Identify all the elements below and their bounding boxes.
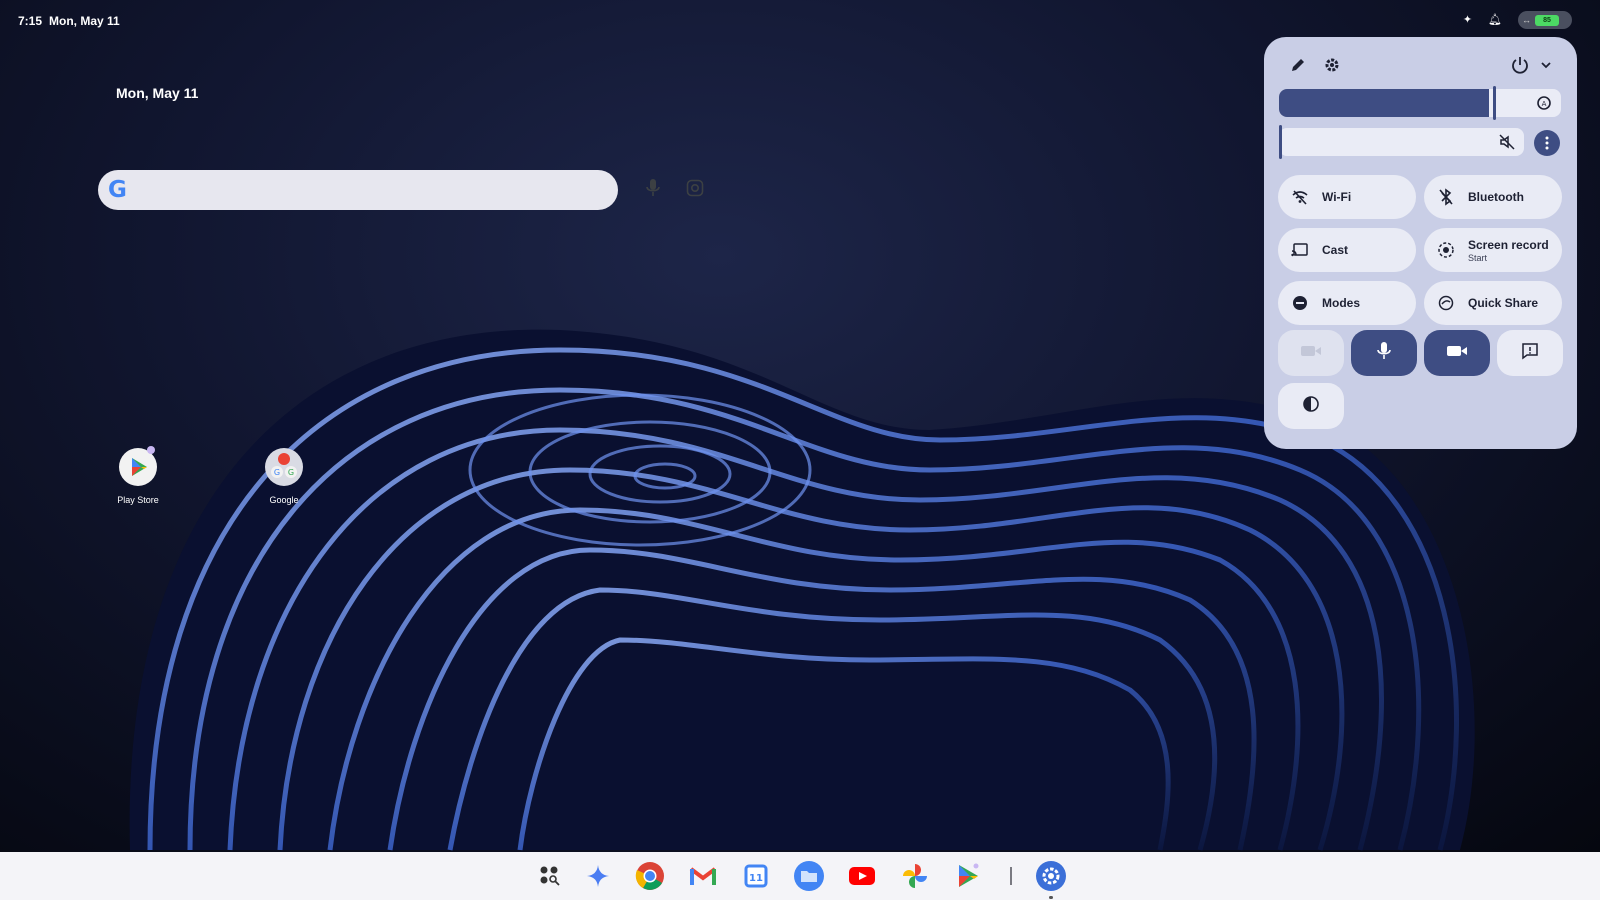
active-app-indicator	[1049, 896, 1053, 899]
tile-sublabel: Start	[1468, 252, 1488, 263]
gmail-icon[interactable]	[687, 860, 719, 892]
photos-icon[interactable]	[899, 860, 931, 892]
status-date: Mon, May 11	[49, 14, 120, 28]
play-store-icon[interactable]	[952, 860, 984, 892]
battery-indicator[interactable]: ↔ 85	[1518, 11, 1572, 29]
notification-dot	[147, 446, 155, 454]
gemini-icon[interactable]	[582, 860, 614, 892]
tile-label: Cast	[1322, 243, 1349, 257]
edit-icon[interactable]	[1288, 55, 1308, 75]
wifi-off-icon	[1278, 189, 1322, 205]
desktop-app-google-folder[interactable]: GG Google	[244, 448, 324, 505]
google-logo-icon: G	[108, 177, 127, 203]
cast-icon	[1278, 242, 1322, 258]
tile-label: Wi-Fi	[1322, 190, 1352, 204]
settings-icon[interactable]	[1035, 860, 1067, 892]
clock[interactable]: 7:15	[18, 14, 42, 28]
svg-text:G: G	[274, 468, 280, 477]
quick-share-icon	[1424, 295, 1468, 311]
search-bar[interactable]: G	[98, 170, 704, 210]
settings-icon[interactable]	[1322, 55, 1342, 75]
more-vert-icon	[1545, 136, 1549, 150]
mic-icon	[1377, 341, 1391, 366]
link-icon: ↔	[1522, 15, 1531, 25]
tile-feedback[interactable]	[1497, 330, 1563, 376]
mic-icon[interactable]	[646, 178, 660, 203]
tile-modes[interactable]: Modes	[1278, 281, 1416, 325]
tile-camera-toggle[interactable]	[1278, 330, 1344, 376]
chrome-icon[interactable]	[634, 860, 666, 892]
tile-color-inversion[interactable]	[1278, 383, 1344, 429]
notification-icon[interactable]: 🔔︎	[1488, 11, 1502, 29]
calendar-icon[interactable]: 11	[740, 860, 772, 892]
svg-text:A: A	[1542, 100, 1547, 108]
tile-label: Bluetooth	[1468, 190, 1524, 204]
contrast-icon	[1302, 395, 1320, 418]
app-label: Play Store	[117, 495, 159, 505]
video-icon	[1300, 344, 1322, 363]
brightness-fill	[1279, 89, 1489, 117]
screen-record-icon	[1424, 241, 1468, 259]
tile-cast[interactable]: Cast	[1278, 228, 1416, 272]
tile-microphone-access[interactable]	[1351, 330, 1417, 376]
lens-icon[interactable]	[686, 179, 704, 202]
brightness-handle[interactable]	[1493, 86, 1496, 120]
tile-label: Screen record	[1468, 237, 1549, 252]
tile-bluetooth[interactable]: Bluetooth	[1424, 175, 1562, 219]
svg-text:G: G	[288, 468, 294, 477]
bluetooth-off-icon	[1424, 188, 1468, 206]
power-icon[interactable]	[1510, 55, 1530, 75]
tile-quick-share[interactable]: Quick Share	[1424, 281, 1562, 325]
camera-icon	[1446, 344, 1468, 363]
volume-muted-icon[interactable]	[1498, 133, 1516, 156]
tile-screen-record[interactable]: Screen record Start	[1424, 228, 1562, 272]
volume-slider[interactable]	[1279, 125, 1524, 159]
tile-label: Modes	[1322, 296, 1361, 310]
tile-camera-access[interactable]	[1424, 330, 1490, 376]
modes-icon	[1278, 295, 1322, 311]
quick-settings-panel: A Wi-Fi Bluetooth Cast Screen record Sta…	[1264, 37, 1577, 449]
status-bar[interactable]: 7:15 Mon, May 11 ✦ 🔔︎ ↔ 85	[0, 0, 1600, 42]
taskbar: 11	[0, 852, 1600, 900]
home-date-widget[interactable]: Mon, May 11	[116, 85, 198, 101]
app-label: Google	[269, 495, 299, 505]
tile-wifi[interactable]: Wi-Fi	[1278, 175, 1416, 219]
gemini-icon[interactable]: ✦	[1463, 11, 1472, 29]
google-folder-icon: GG	[265, 448, 303, 486]
svg-text:11: 11	[749, 873, 763, 884]
desktop-app-play-store[interactable]: Play Store	[98, 446, 178, 505]
play-store-icon	[119, 446, 157, 486]
volume-more-button[interactable]	[1534, 130, 1560, 156]
auto-brightness-icon[interactable]: A	[1535, 94, 1553, 117]
brightness-slider[interactable]: A	[1279, 86, 1561, 120]
feedback-icon	[1521, 342, 1539, 365]
tile-label: Quick Share	[1468, 296, 1539, 310]
volume-handle[interactable]	[1279, 125, 1282, 159]
youtube-icon[interactable]	[846, 860, 878, 892]
chevron-down-icon[interactable]	[1536, 55, 1556, 75]
taskbar-divider	[1010, 867, 1012, 885]
app-drawer-icon[interactable]	[534, 860, 566, 892]
files-icon[interactable]	[793, 860, 825, 892]
battery-icon: 85	[1535, 14, 1559, 26]
